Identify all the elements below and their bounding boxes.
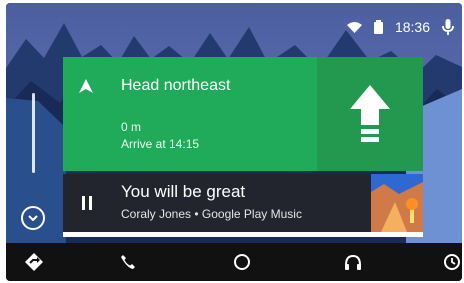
navigation-instruction: Head northeast	[121, 77, 231, 94]
straight-arrow-icon	[350, 85, 390, 143]
home-button[interactable]	[233, 253, 251, 271]
maps-icon	[25, 253, 43, 271]
media-progress-fill	[63, 232, 423, 237]
recent-button[interactable]	[443, 253, 461, 271]
chevron-down-icon	[28, 215, 38, 221]
status-time: 18:36	[394, 19, 430, 35]
media-progress-bar	[63, 232, 423, 237]
navigation-distance: 0 m	[121, 120, 142, 134]
phone-button[interactable]	[119, 253, 137, 271]
headphones-button[interactable]	[344, 253, 362, 271]
phone-icon	[120, 254, 136, 270]
navigation-card[interactable]: Head northeast 0 m Arrive at 14:15	[63, 57, 423, 171]
home-icon	[233, 253, 251, 271]
media-subtitle: Coraly Jones • Google Play Music	[121, 207, 302, 221]
wifi-icon	[346, 21, 362, 33]
navigation-arrow-icon	[79, 79, 93, 93]
navigation-info: Head northeast 0 m Arrive at 14:15	[63, 57, 317, 171]
mic-icon[interactable]	[442, 19, 454, 35]
expand-button[interactable]	[21, 206, 45, 230]
pause-icon[interactable]	[81, 196, 93, 210]
headphones-icon	[344, 254, 362, 270]
scroll-indicator[interactable]	[32, 93, 35, 173]
status-bar: 18:36	[346, 15, 454, 39]
left-rail	[6, 63, 63, 243]
media-card[interactable]: You will be great Coraly Jones • Google …	[63, 174, 423, 232]
bottom-navigation-bar	[6, 243, 462, 281]
album-art	[371, 174, 423, 232]
navigation-arrival: Arrive at 14:15	[121, 137, 200, 151]
battery-icon	[373, 20, 383, 34]
maps-button[interactable]	[25, 253, 43, 271]
turn-panel	[317, 57, 423, 171]
media-title: You will be great	[121, 182, 246, 201]
recent-icon	[443, 253, 461, 271]
android-auto-screen: 18:36 Head northeast 0 m Arrive at 14:15	[6, 3, 462, 281]
